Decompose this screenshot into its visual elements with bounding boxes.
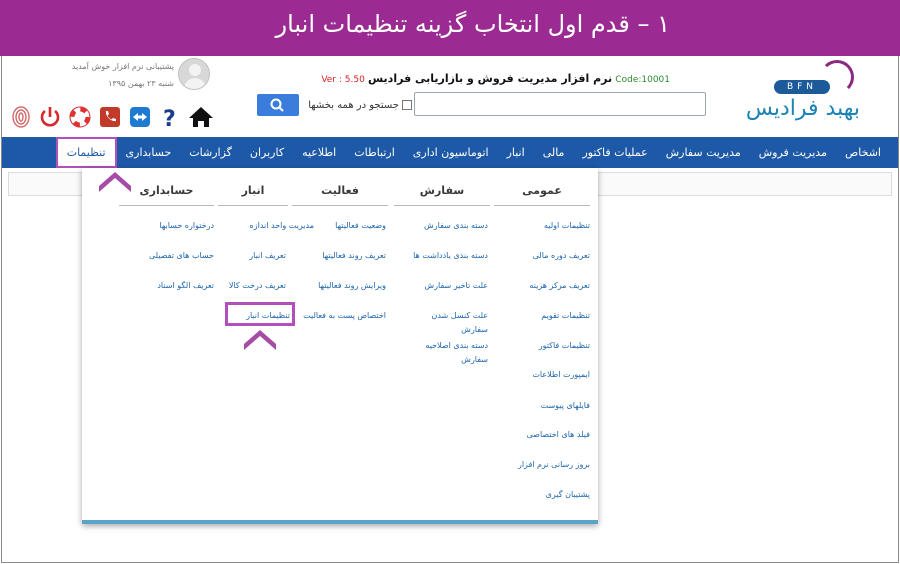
warehouse-settings-highlight bbox=[225, 302, 295, 326]
help-icon[interactable]: ? bbox=[158, 104, 182, 130]
user-date: شنبه ۲۳ بهمن ۱۳۹۵ bbox=[108, 79, 174, 88]
menu-heading-activity: فعالیت bbox=[292, 184, 388, 206]
search-button[interactable] bbox=[257, 94, 299, 116]
menu-item-unit-management[interactable]: مدیریت واحد اندازه bbox=[250, 219, 314, 233]
main-nav: اشخاص مدیریت فروش مدیریت سفارش عملیات فا… bbox=[2, 137, 898, 168]
menu-item-cost-center[interactable]: تعریف مرکز هزینه bbox=[529, 279, 590, 293]
chevron-up-icon bbox=[99, 172, 131, 192]
app-code: Code:10001 bbox=[615, 75, 670, 85]
fingerprint-icon[interactable] bbox=[10, 104, 32, 130]
nav-item-invoice[interactable]: عملیات فاکتور bbox=[573, 137, 656, 168]
teamviewer-icon[interactable] bbox=[128, 104, 152, 130]
avatar[interactable] bbox=[178, 58, 210, 90]
toolbar-icons: ? bbox=[10, 102, 214, 132]
menu-item-invoice-settings[interactable]: تنظیمات فاکتور bbox=[539, 339, 590, 353]
nav-item-settings[interactable]: تنظیمات bbox=[55, 137, 117, 168]
menu-item-import-data[interactable]: ایمپورت اطلاعات bbox=[532, 368, 590, 382]
app-version: Ver : 5.50 bbox=[321, 75, 365, 85]
nav-item-users[interactable]: کاربران bbox=[241, 137, 293, 168]
menu-item-activity-flow[interactable]: تعریف روند فعالیتها bbox=[322, 249, 386, 263]
menu-item-order-cancel-reason[interactable]: علت کنسل شدن سفارش bbox=[410, 309, 488, 337]
menu-heading-warehouse: انبار bbox=[218, 184, 288, 206]
lifebuoy-icon[interactable] bbox=[68, 104, 92, 130]
nav-item-people[interactable]: اشخاص bbox=[836, 137, 890, 168]
menu-heading-general: عمومی bbox=[494, 184, 590, 206]
home-icon[interactable] bbox=[188, 104, 214, 130]
menu-item-update-software[interactable]: بروز رسانی نرم افزار bbox=[518, 458, 590, 472]
menu-item-order-category[interactable]: دسته بندی سفارش bbox=[424, 219, 488, 233]
menu-item-calendar-settings[interactable]: تنظیمات تقویم bbox=[541, 309, 590, 323]
menu-item-notes-category[interactable]: دسته بندی یادداشت ها bbox=[413, 249, 488, 263]
logo: BFN بهبد فرادیس bbox=[745, 60, 860, 130]
user-panel: پشتیبانی نرم افزار خوش آمدید شنبه ۲۳ بهم… bbox=[50, 58, 210, 92]
search-icon bbox=[270, 98, 284, 112]
search-all-label: جستجو در همه بخشها bbox=[308, 99, 399, 111]
search-all-option[interactable]: جستجو در همه بخشها bbox=[300, 97, 412, 113]
menu-heading-accounting: حسابداری bbox=[119, 184, 214, 206]
menu-item-initial-settings[interactable]: تنظیمات اولیه bbox=[544, 219, 590, 233]
settings-dropdown-menu: عمومی سفارش فعالیت انبار حسابداری تنظیما… bbox=[82, 168, 598, 524]
app-title: نرم افزار مدیریت فروش و بازاریابی فرادیس bbox=[368, 72, 613, 85]
nav-item-automation[interactable]: اتوماسیون اداری bbox=[404, 137, 498, 168]
search-all-checkbox[interactable] bbox=[402, 100, 412, 110]
nav-item-sales[interactable]: مدیریت فروش bbox=[750, 137, 836, 168]
svg-text:?: ? bbox=[163, 107, 176, 129]
nav-item-communications[interactable]: ارتباطات bbox=[345, 137, 404, 168]
menu-item-product-tree[interactable]: تعریف درخت کالا bbox=[229, 279, 286, 293]
banner-title: ۱ – قدم اول انتخاب گزینه تنظیمات انبار bbox=[275, 10, 671, 38]
nav-item-accounting[interactable]: حسابداری bbox=[117, 137, 181, 168]
menu-item-edit-activity-flow[interactable]: ویرایش روند فعالیتها bbox=[318, 279, 386, 293]
menu-item-activity-status[interactable]: وضعیت فعالیتها bbox=[335, 219, 386, 233]
menu-item-custom-fields[interactable]: فیلد های اختصاصی bbox=[526, 428, 590, 442]
menu-item-accounts-tree[interactable]: درختواره حسابها bbox=[159, 219, 214, 233]
menu-heading-orders: سفارش bbox=[394, 184, 490, 206]
menu-item-order-correction-category[interactable]: دسته بندی اصلاحیه سفارش bbox=[410, 339, 488, 367]
tutorial-banner: ۱ – قدم اول انتخاب گزینه تنظیمات انبار bbox=[0, 0, 900, 56]
logo-badge: BFN bbox=[774, 80, 830, 94]
menu-item-document-templates[interactable]: تعریف الگو اسناد bbox=[157, 279, 214, 293]
user-greeting: پشتیبانی نرم افزار خوش آمدید bbox=[71, 62, 174, 71]
menu-item-define-warehouse[interactable]: تعریف انبار bbox=[249, 249, 286, 263]
chevron-up-icon bbox=[244, 330, 276, 350]
nav-item-reports[interactable]: گزارشات bbox=[180, 137, 241, 168]
menu-item-backup[interactable]: پشتیبان گیری bbox=[546, 488, 590, 502]
logo-text: بهبد فرادیس bbox=[745, 96, 860, 121]
menu-item-attachments[interactable]: فایلهای پیوست bbox=[541, 399, 590, 413]
menu-item-assign-post-activity[interactable]: اختصاص پست به فعالیت bbox=[303, 309, 386, 323]
nav-item-announcements[interactable]: اطلاعیه bbox=[293, 137, 345, 168]
phone-icon[interactable] bbox=[98, 104, 122, 130]
app-title-row: Code:10001 نرم افزار مدیریت فروش و بازار… bbox=[321, 72, 670, 88]
nav-item-orders[interactable]: مدیریت سفارش bbox=[657, 137, 750, 168]
search-input[interactable] bbox=[414, 92, 706, 116]
menu-item-detail-accounts[interactable]: حساب های تفصیلی bbox=[149, 249, 214, 263]
menu-item-order-delay-reason[interactable]: علت تاخیر سفارش bbox=[424, 279, 488, 293]
menu-item-fiscal-period[interactable]: تعریف دوره مالی bbox=[533, 249, 590, 263]
power-icon[interactable] bbox=[38, 104, 62, 130]
nav-item-warehouse[interactable]: انبار bbox=[498, 137, 534, 168]
nav-item-finance[interactable]: مالی bbox=[534, 137, 574, 168]
